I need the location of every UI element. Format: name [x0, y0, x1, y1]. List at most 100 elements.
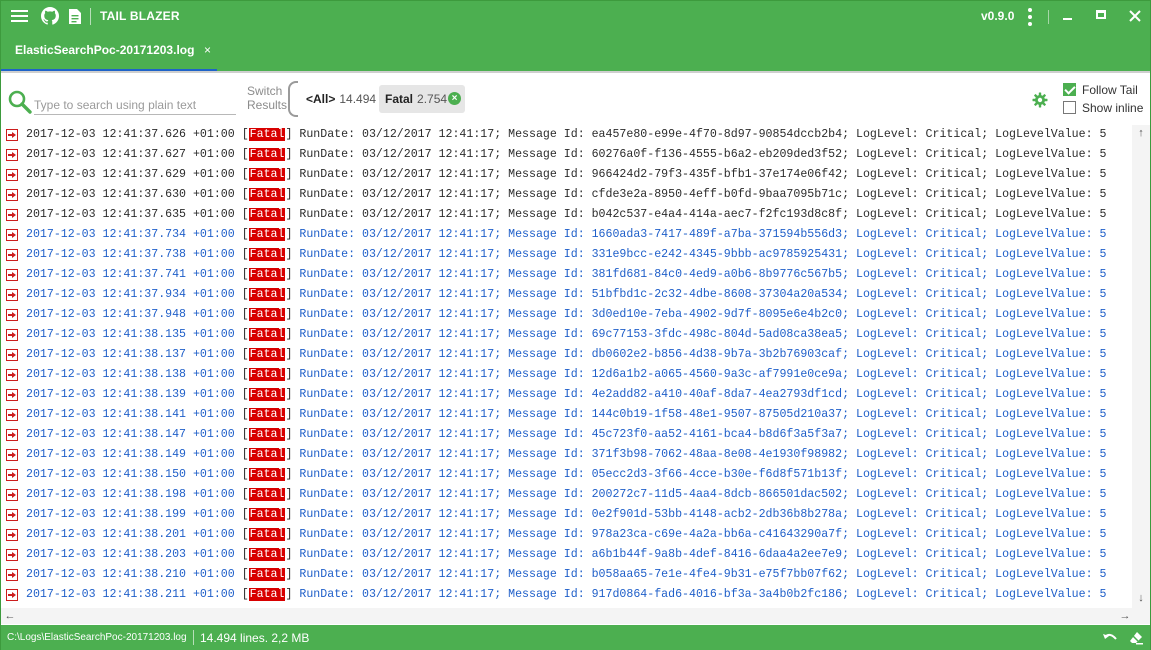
gear-icon[interactable] [1032, 92, 1048, 108]
vertical-scrollbar[interactable]: ↑ ↓ [1132, 125, 1150, 608]
log-timestamp: 2017-12-03 12:41:38.147 +01:00 [26, 428, 235, 441]
github-icon[interactable] [39, 6, 61, 26]
level-bracket-open: [ [241, 508, 249, 521]
log-line-text: 2017-12-03 12:41:38.147 +01:00 [Fatal] R… [26, 425, 1106, 445]
log-row[interactable]: 2017-12-03 12:41:38.210 +01:00 [Fatal] R… [1, 565, 1132, 585]
level-bracket-open: [ [241, 308, 249, 321]
remove-chip-icon[interactable]: × [448, 92, 461, 105]
level-bracket-open: [ [241, 388, 249, 401]
app-window: TAIL BLAZER v0.9.0 ElasticSearchPoc-2017… [0, 0, 1151, 650]
log-line-text: 2017-12-03 12:41:38.139 +01:00 [Fatal] R… [26, 385, 1106, 405]
log-row[interactable]: 2017-12-03 12:41:38.149 +01:00 [Fatal] R… [1, 445, 1132, 465]
result-chip-all[interactable]: <All> 14.494 [300, 85, 382, 113]
log-row[interactable]: 2017-12-03 12:41:37.738 +01:00 [Fatal] R… [1, 245, 1132, 265]
undo-icon[interactable] [1102, 630, 1118, 646]
log-row[interactable]: 2017-12-03 12:41:38.211 +01:00 [Fatal] R… [1, 585, 1132, 605]
log-row[interactable]: 2017-12-03 12:41:37.629 +01:00 [Fatal] R… [1, 165, 1132, 185]
line-count: 14.494 lines. 2,2 MB [200, 631, 310, 645]
log-message: RunDate: 03/12/2017 12:41:17; Message Id… [292, 128, 1107, 141]
scroll-left-arrow-icon[interactable]: ← [1, 608, 19, 624]
chip-all-name: <All> [306, 92, 336, 106]
level-bracket-open: [ [241, 488, 249, 501]
level-bracket-open: [ [241, 208, 249, 221]
maximize-button[interactable] [1089, 5, 1113, 27]
log-row[interactable]: 2017-12-03 12:41:37.934 +01:00 [Fatal] R… [1, 285, 1132, 305]
log-row[interactable]: 2017-12-03 12:41:37.741 +01:00 [Fatal] R… [1, 265, 1132, 285]
log-row[interactable]: 2017-12-03 12:41:38.138 +01:00 [Fatal] R… [1, 365, 1132, 385]
log-message: RunDate: 03/12/2017 12:41:17; Message Id… [292, 408, 1107, 421]
level-bracket-open: [ [241, 588, 249, 601]
status-bar: C:\Logs\ElasticSearchPoc-20171203.log 14… [1, 625, 1150, 650]
scroll-up-arrow-icon[interactable]: ↑ [1132, 125, 1150, 141]
log-view[interactable]: 2017-12-03 12:41:37.626 +01:00 [Fatal] R… [1, 125, 1132, 608]
hamburger-icon[interactable] [9, 6, 31, 26]
fatal-level-badge: Fatal [248, 388, 286, 401]
level-bracket-open: [ [241, 448, 249, 461]
log-entry-icon [6, 389, 18, 401]
level-bracket-open: [ [241, 408, 249, 421]
level-bracket-open: [ [241, 348, 249, 361]
show-inline-label[interactable]: Show inline [1082, 101, 1143, 115]
log-line-text: 2017-12-03 12:41:38.135 +01:00 [Fatal] R… [26, 325, 1106, 345]
tab-close-icon[interactable]: × [204, 43, 211, 57]
log-row[interactable]: 2017-12-03 12:41:37.948 +01:00 [Fatal] R… [1, 305, 1132, 325]
more-options-icon[interactable] [1025, 7, 1035, 27]
document-icon[interactable] [64, 6, 86, 26]
level-bracket-open: [ [241, 128, 249, 141]
log-line-text: 2017-12-03 12:41:38.138 +01:00 [Fatal] R… [26, 365, 1106, 385]
log-message: RunDate: 03/12/2017 12:41:17; Message Id… [292, 328, 1107, 341]
show-inline-checkbox[interactable] [1063, 101, 1076, 114]
log-entry-icon [6, 589, 18, 601]
log-line-text: 2017-12-03 12:41:38.198 +01:00 [Fatal] R… [26, 485, 1106, 505]
log-line-text: 2017-12-03 12:41:38.201 +01:00 [Fatal] R… [26, 525, 1106, 545]
tab-log-file[interactable]: ElasticSearchPoc-20171203.log × [1, 32, 217, 71]
log-row[interactable]: 2017-12-03 12:41:38.139 +01:00 [Fatal] R… [1, 385, 1132, 405]
log-row[interactable]: 2017-12-03 12:41:38.203 +01:00 [Fatal] R… [1, 545, 1132, 565]
log-timestamp: 2017-12-03 12:41:37.627 +01:00 [26, 148, 235, 161]
fatal-level-badge: Fatal [248, 488, 286, 501]
scroll-right-arrow-icon[interactable]: → [1116, 608, 1134, 624]
log-row[interactable]: 2017-12-03 12:41:38.198 +01:00 [Fatal] R… [1, 485, 1132, 505]
eraser-icon[interactable] [1128, 630, 1144, 646]
level-bracket-open: [ [241, 528, 249, 541]
log-row[interactable]: 2017-12-03 12:41:37.734 +01:00 [Fatal] R… [1, 225, 1132, 245]
log-row[interactable]: 2017-12-03 12:41:37.627 +01:00 [Fatal] R… [1, 145, 1132, 165]
search-input[interactable] [34, 95, 236, 115]
close-button[interactable] [1123, 5, 1147, 27]
fatal-level-badge: Fatal [248, 428, 286, 441]
log-row[interactable]: 2017-12-03 12:41:38.150 +01:00 [Fatal] R… [1, 465, 1132, 485]
level-bracket-open: [ [241, 468, 249, 481]
fatal-level-badge: Fatal [248, 228, 286, 241]
scroll-down-arrow-icon[interactable]: ↓ [1132, 590, 1150, 606]
minimize-button[interactable] [1055, 5, 1079, 27]
log-message: RunDate: 03/12/2017 12:41:17; Message Id… [292, 368, 1107, 381]
level-bracket-open: [ [241, 268, 249, 281]
result-chip-fatal[interactable]: Fatal 2.754 × [379, 85, 465, 113]
log-row[interactable]: 2017-12-03 12:41:38.141 +01:00 [Fatal] R… [1, 405, 1132, 425]
log-message: RunDate: 03/12/2017 12:41:17; Message Id… [292, 208, 1107, 221]
horizontal-scrollbar[interactable]: ← → [1, 608, 1150, 624]
log-timestamp: 2017-12-03 12:41:37.734 +01:00 [26, 228, 235, 241]
search-toolbar: Switch Results <All> 14.494 Fatal 2.754 … [1, 73, 1150, 125]
log-row[interactable]: 2017-12-03 12:41:38.147 +01:00 [Fatal] R… [1, 425, 1132, 445]
tab-bar: ElasticSearchPoc-20171203.log × [1, 32, 1150, 71]
follow-tail-checkbox[interactable] [1063, 83, 1076, 96]
log-row[interactable]: 2017-12-03 12:41:38.199 +01:00 [Fatal] R… [1, 505, 1132, 525]
log-line-text: 2017-12-03 12:41:38.141 +01:00 [Fatal] R… [26, 405, 1106, 425]
log-message: RunDate: 03/12/2017 12:41:17; Message Id… [292, 588, 1107, 601]
log-row[interactable]: 2017-12-03 12:41:37.635 +01:00 [Fatal] R… [1, 205, 1132, 225]
log-row[interactable]: 2017-12-03 12:41:38.135 +01:00 [Fatal] R… [1, 325, 1132, 345]
log-row[interactable]: 2017-12-03 12:41:38.201 +01:00 [Fatal] R… [1, 525, 1132, 545]
fatal-level-badge: Fatal [248, 248, 286, 261]
log-row[interactable]: 2017-12-03 12:41:38.137 +01:00 [Fatal] R… [1, 345, 1132, 365]
title-separator [90, 8, 91, 25]
log-row[interactable]: 2017-12-03 12:41:37.630 +01:00 [Fatal] R… [1, 185, 1132, 205]
log-entry-icon [6, 429, 18, 441]
log-row[interactable]: 2017-12-03 12:41:37.626 +01:00 [Fatal] R… [1, 125, 1132, 145]
log-entry-icon [6, 149, 18, 161]
log-entry-icon [6, 189, 18, 201]
log-timestamp: 2017-12-03 12:41:38.199 +01:00 [26, 508, 235, 521]
chip-all-count: 14.494 [339, 92, 377, 106]
follow-tail-label[interactable]: Follow Tail [1082, 83, 1138, 97]
log-timestamp: 2017-12-03 12:41:37.934 +01:00 [26, 288, 235, 301]
